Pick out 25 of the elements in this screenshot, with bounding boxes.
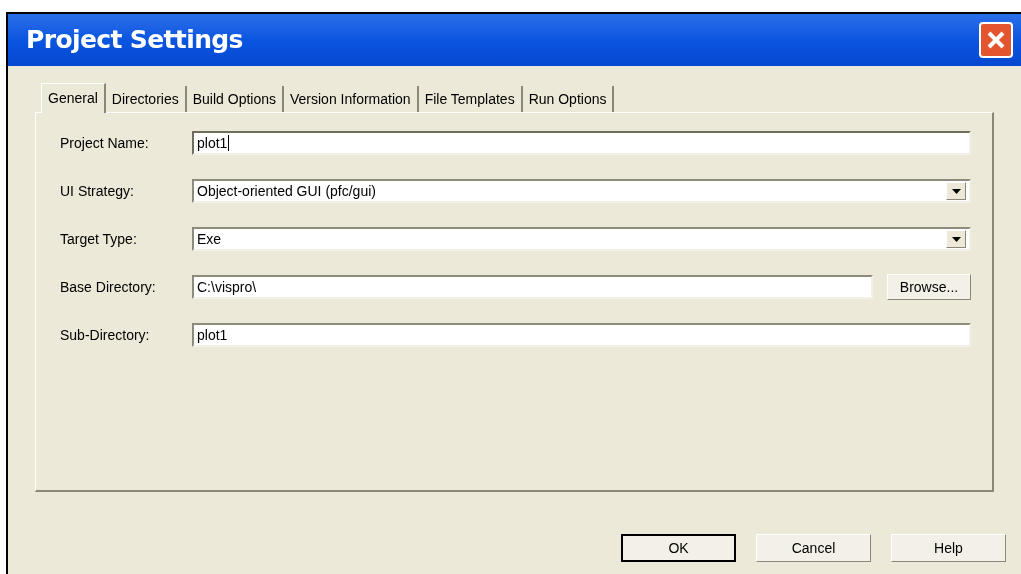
dialog-button[interactable]: Help bbox=[891, 534, 1006, 562]
input-field[interactable]: plot1 bbox=[192, 131, 971, 155]
dropdown-arrow-icon[interactable] bbox=[951, 236, 961, 242]
dropdown-field[interactable]: Exe bbox=[192, 227, 971, 251]
dropdown-arrow-icon[interactable] bbox=[951, 188, 961, 194]
field-label: Base Directory: bbox=[60, 277, 157, 297]
window-title: Project Settings bbox=[26, 24, 243, 57]
field-label: Sub-Directory: bbox=[60, 325, 151, 345]
dropdown-field[interactable]: Object-oriented GUI (pfc/gui) bbox=[192, 179, 971, 203]
tab[interactable]: General bbox=[41, 83, 106, 113]
close-icon[interactable] bbox=[986, 30, 1006, 50]
tab[interactable]: Run Options bbox=[522, 86, 615, 112]
field-label: Target Type: bbox=[60, 229, 138, 249]
browse-button[interactable]: Browse... bbox=[887, 274, 971, 300]
tab[interactable]: File Templates bbox=[418, 86, 523, 112]
dialog-button[interactable]: OK bbox=[621, 534, 736, 562]
input-field[interactable]: plot1 bbox=[192, 323, 971, 347]
input-field[interactable]: C:\vispro\ bbox=[192, 275, 873, 299]
close-button[interactable] bbox=[979, 22, 1013, 58]
field-label: Project Name: bbox=[60, 133, 150, 153]
tab[interactable]: Build Options bbox=[186, 86, 284, 112]
field-label: UI Strategy: bbox=[60, 181, 135, 201]
dialog-button[interactable]: Cancel bbox=[756, 534, 871, 562]
tab[interactable]: Directories bbox=[105, 86, 187, 112]
tab[interactable]: Version Information bbox=[284, 86, 419, 112]
